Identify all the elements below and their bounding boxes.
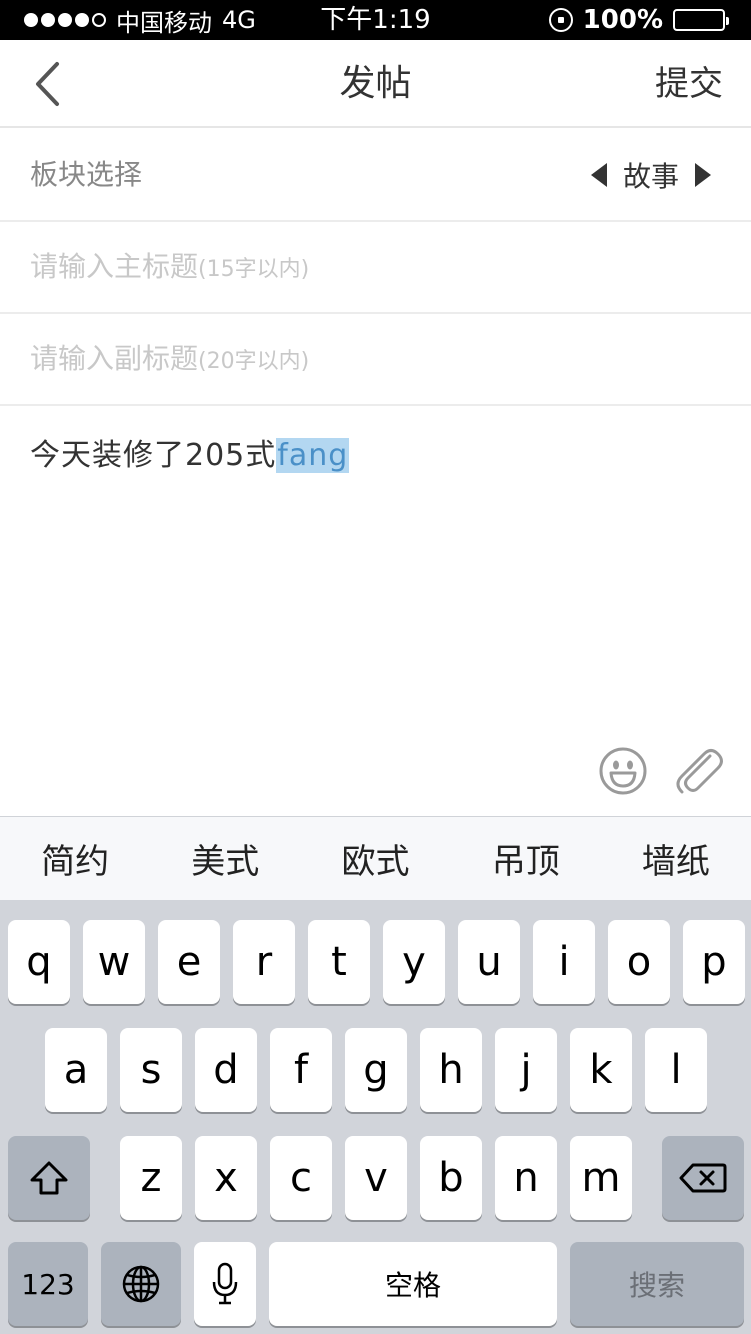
subtitle-placeholder-text: 请输入副标题 xyxy=(30,342,199,375)
submit-button[interactable]: 提交 xyxy=(655,40,723,128)
key-p[interactable]: p xyxy=(683,920,745,1004)
shift-key[interactable] xyxy=(8,1136,90,1220)
battery-percent: 100% xyxy=(582,5,663,35)
battery-icon xyxy=(673,9,729,31)
status-right: 100% xyxy=(548,0,729,40)
key-d[interactable]: d xyxy=(195,1028,257,1112)
key-w[interactable]: w xyxy=(83,920,145,1004)
candidate-item[interactable]: 欧式 xyxy=(300,834,450,883)
smiley-icon xyxy=(599,747,647,795)
main-title-placeholder-text: 请输入主标题 xyxy=(30,250,199,283)
page-title: 发帖 xyxy=(339,63,412,104)
candidate-item[interactable]: 墙纸 xyxy=(601,834,751,883)
key-q[interactable]: q xyxy=(8,920,70,1004)
shift-arrow-icon xyxy=(30,1161,68,1195)
key-u[interactable]: u xyxy=(458,920,520,1004)
attachment-button[interactable] xyxy=(672,742,724,798)
key-y[interactable]: y xyxy=(383,920,445,1004)
key-f[interactable]: f xyxy=(270,1028,332,1112)
rotation-lock-icon xyxy=(548,8,573,32)
emoji-button[interactable] xyxy=(598,746,648,796)
globe-icon xyxy=(122,1265,160,1303)
next-board-icon[interactable] xyxy=(695,163,711,187)
microphone-icon xyxy=(212,1262,238,1305)
main-title-placeholder: 请输入主标题(15字以内) xyxy=(30,222,309,312)
prev-board-icon[interactable] xyxy=(590,163,607,187)
key-r[interactable]: r xyxy=(233,920,295,1004)
globe-key[interactable] xyxy=(101,1242,181,1326)
key-t[interactable]: t xyxy=(308,920,370,1004)
candidate-item[interactable]: 美式 xyxy=(150,834,300,883)
delete-key[interactable] xyxy=(662,1136,744,1220)
composing-text: fang xyxy=(276,438,350,473)
key-i[interactable]: i xyxy=(533,920,595,1004)
backspace-icon xyxy=(679,1163,727,1193)
key-j[interactable]: j xyxy=(495,1028,557,1112)
board-select-row: 板块选择 故事 xyxy=(0,130,751,222)
candidate-item[interactable]: 简约 xyxy=(0,834,150,883)
numbers-key[interactable]: 123 xyxy=(8,1242,88,1326)
board-select-label: 板块选择 xyxy=(30,158,143,191)
key-k[interactable]: k xyxy=(570,1028,632,1112)
board-picker: 故事 xyxy=(590,130,711,220)
committed-text: 今天装修了205式 xyxy=(30,438,277,473)
board-value[interactable]: 故事 xyxy=(623,155,679,195)
key-v[interactable]: v xyxy=(345,1136,407,1220)
key-b[interactable]: b xyxy=(420,1136,482,1220)
status-bar: 中国移动 4G 下午1:19 100% xyxy=(0,0,751,40)
key-n[interactable]: n xyxy=(495,1136,557,1220)
keyboard: q w e r t y u i o p a s d f g h j k l z … xyxy=(0,900,751,1334)
candidate-item[interactable]: 吊顶 xyxy=(451,834,601,883)
main-title-field[interactable]: 请输入主标题(15字以内) xyxy=(0,222,751,314)
key-c[interactable]: c xyxy=(270,1136,332,1220)
key-m[interactable]: m xyxy=(570,1136,632,1220)
subtitle-hint: (20字以内) xyxy=(198,349,310,374)
ime-candidate-bar: 简约 美式 欧式 吊顶 墙纸 xyxy=(0,816,751,900)
key-z[interactable]: z xyxy=(120,1136,182,1220)
subtitle-placeholder: 请输入副标题(20字以内) xyxy=(30,314,309,404)
key-x[interactable]: x xyxy=(195,1136,257,1220)
key-h[interactable]: h xyxy=(420,1028,482,1112)
key-o[interactable]: o xyxy=(608,920,670,1004)
space-key[interactable]: 空格 xyxy=(269,1242,557,1326)
search-key[interactable]: 搜索 xyxy=(570,1242,744,1326)
nav-bar: 发帖 提交 xyxy=(0,40,751,128)
dictation-key[interactable] xyxy=(194,1242,256,1326)
key-g[interactable]: g xyxy=(345,1028,407,1112)
key-l[interactable]: l xyxy=(645,1028,707,1112)
key-s[interactable]: s xyxy=(120,1028,182,1112)
subtitle-field[interactable]: 请输入副标题(20字以内) xyxy=(0,314,751,406)
content-text: 今天装修了205式fang xyxy=(30,430,350,474)
key-e[interactable]: e xyxy=(158,920,220,1004)
key-a[interactable]: a xyxy=(45,1028,107,1112)
main-title-hint: (15字以内) xyxy=(198,257,310,282)
paperclip-icon xyxy=(676,749,723,794)
content-editor[interactable]: 今天装修了205式fang xyxy=(0,408,751,816)
